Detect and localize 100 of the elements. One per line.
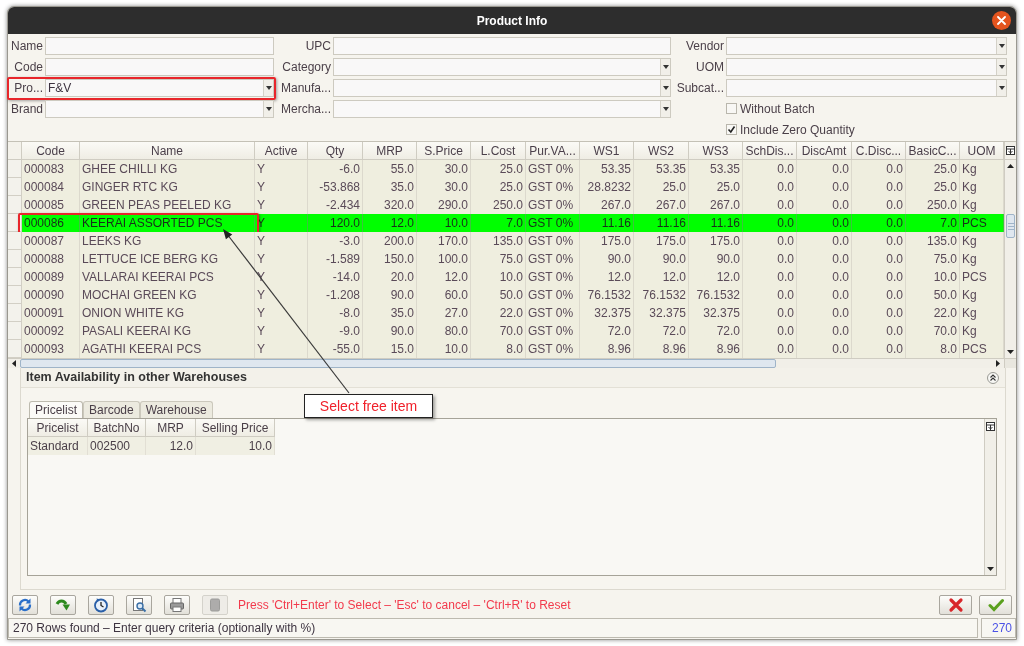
checkbox[interactable] xyxy=(726,103,737,114)
column-header[interactable]: C.Disc... xyxy=(852,142,906,160)
table-row[interactable]: 000084 GINGER RTC KG Y -53.868 35.0 30.0 25.0 GST 0% 28.8232 25.0 25.0 0.0 0.0 0.0 25.0 Kg xyxy=(8,178,1004,196)
preview-button[interactable] xyxy=(126,595,152,615)
double-chevron-icon[interactable] xyxy=(987,371,999,384)
printer-icon xyxy=(169,597,185,613)
tab[interactable]: Barcode xyxy=(83,401,140,418)
column-header[interactable]: BatchNo xyxy=(88,419,146,437)
history-button[interactable] xyxy=(88,595,114,615)
column-header[interactable]: Code xyxy=(22,142,80,160)
close-icon xyxy=(997,16,1006,25)
scrollbar-thumb[interactable] xyxy=(1006,214,1015,238)
table-cell: 8.96 xyxy=(580,340,634,358)
close-button[interactable] xyxy=(992,11,1011,30)
column-header[interactable]: WS2 xyxy=(634,142,689,160)
column-header[interactable]: Pur.VA... xyxy=(526,142,580,160)
dropdown-field[interactable] xyxy=(726,57,1007,76)
column-header[interactable]: Qty xyxy=(308,142,363,160)
column-header[interactable]: WS3 xyxy=(689,142,743,160)
column-header[interactable]: WS1 xyxy=(580,142,634,160)
forward-button[interactable] xyxy=(50,595,76,615)
table-cell: GST 0% xyxy=(526,340,580,358)
scroll-up-icon[interactable] xyxy=(1007,164,1014,168)
dropdown-arrow-icon xyxy=(265,106,272,111)
table-cell: 8.96 xyxy=(634,340,689,358)
dropdown-arrow-icon xyxy=(662,106,669,111)
field-label: Category xyxy=(281,58,332,76)
column-header[interactable]: Name xyxy=(80,142,255,160)
table-row[interactable]: 000093 AGATHI KEERAI PCS Y -55.0 15.0 10.0 8.0 GST 0% 8.96 8.96 8.96 0.0 0.0 0.0 8.0 PCS xyxy=(8,340,1004,358)
table-cell: GREEN PEAS PEELED KG xyxy=(80,196,255,214)
column-header[interactable]: Pricelist xyxy=(28,419,88,437)
scroll-down-icon[interactable] xyxy=(987,567,994,571)
tab[interactable]: Warehouse xyxy=(139,401,213,418)
table-cell: AGATHI KEERAI PCS xyxy=(80,340,255,358)
window-title: Product Info xyxy=(476,12,548,30)
dropdown-arrow-icon xyxy=(265,85,272,90)
status-message: 270 Rows found – Enter query criteria (optionally with %) xyxy=(8,618,978,638)
column-header[interactable]: DiscAmt xyxy=(797,142,852,160)
column-header[interactable]: BasicC... xyxy=(906,142,960,160)
cancel-button[interactable] xyxy=(939,595,972,615)
dropdown-arrow-icon xyxy=(998,43,1005,48)
field-label: Subcat... xyxy=(675,79,725,97)
table-cell: 000085 xyxy=(22,196,80,214)
column-header[interactable]: Selling Price xyxy=(196,419,275,437)
table-cell: 8.0 xyxy=(906,340,960,358)
column-header[interactable]: Active xyxy=(255,142,308,160)
ok-button[interactable] xyxy=(979,595,1012,615)
grid-icon[interactable] xyxy=(1006,146,1015,155)
table-cell: Y xyxy=(255,340,308,358)
hint-text: Press 'Ctrl+Enter' to Select – 'Esc' to cancel – 'Ctrl+R' to Reset xyxy=(238,597,571,614)
text-field[interactable] xyxy=(333,36,671,55)
dropdown-field[interactable] xyxy=(333,57,671,76)
table-row[interactable]: 000087 LEEKS KG Y -3.0 200.0 170.0 135.0 GST 0% 175.0 175.0 175.0 0.0 0.0 0.0 135.0 Kg xyxy=(8,232,1004,250)
checkbox[interactable] xyxy=(726,124,737,135)
refresh-button[interactable] xyxy=(12,595,38,615)
print-button[interactable] xyxy=(164,595,190,615)
tab[interactable]: Pricelist xyxy=(29,401,83,418)
vertical-scrollbar[interactable] xyxy=(1004,142,1016,358)
dropdown-field[interactable] xyxy=(333,99,671,118)
scroll-down-icon[interactable] xyxy=(1007,350,1014,354)
column-header[interactable]: MRP xyxy=(146,419,196,437)
table-row[interactable]: 000090 MOCHAI GREEN KG Y -1.208 90.0 60.0 50.0 GST 0% 76.1532 76.1532 76.1532 0.0 0.0 0.0 50.0 Kg xyxy=(8,286,1004,304)
field-label: Mercha... xyxy=(280,100,332,118)
dropdown-arrow-icon xyxy=(662,85,669,90)
table-cell: Standard xyxy=(28,437,88,455)
field-label: Code xyxy=(13,58,44,76)
text-field[interactable] xyxy=(45,36,274,55)
scroll-right-icon[interactable] xyxy=(996,360,1000,367)
table-cell: 8.0 xyxy=(471,340,526,358)
curved-arrow-icon xyxy=(55,597,71,613)
table-cell: 002500 xyxy=(88,437,146,455)
table-cell: 15.0 xyxy=(363,340,417,358)
dropdown-field[interactable] xyxy=(726,78,1007,97)
column-header[interactable]: UOM xyxy=(960,142,1004,160)
checkbox-label: Without Batch xyxy=(740,100,815,118)
column-header[interactable]: SchDis... xyxy=(743,142,797,160)
field-label: Manufa... xyxy=(279,79,332,97)
field-label: UOM xyxy=(695,58,725,76)
dropdown-field[interactable] xyxy=(726,36,1007,55)
table-row[interactable]: 000083 GHEE CHILLI KG Y -6.0 55.0 30.0 25.0 GST 0% 53.35 53.35 53.35 0.0 0.0 0.0 25.0 Kg xyxy=(8,160,1004,178)
table-row[interactable]: 000085 GREEN PEAS PEELED KG Y -2.434 320.0 290.0 250.0 GST 0% 267.0 267.0 267.0 0.0 0.0 0.0 250.0 Kg xyxy=(8,196,1004,214)
grid-icon[interactable] xyxy=(986,421,995,431)
clock-icon xyxy=(93,597,109,613)
column-header[interactable]: L.Cost xyxy=(471,142,526,160)
column-header[interactable]: S.Price xyxy=(417,142,471,160)
cross-icon xyxy=(947,597,964,613)
scrollbar-thumb[interactable] xyxy=(20,359,776,368)
text-field[interactable] xyxy=(45,57,274,76)
column-header[interactable]: MRP xyxy=(363,142,417,160)
field-label: UPC xyxy=(304,37,332,55)
table-row[interactable]: 000088 LETTUCE ICE BERG KG Y -1.589 150.0 100.0 75.0 GST 0% 90.0 90.0 90.0 0.0 0.0 0.0 75.0 Kg xyxy=(8,250,1004,268)
scroll-left-icon[interactable] xyxy=(12,360,16,367)
table-row[interactable]: 000091 ONION WHITE KG Y -8.0 35.0 27.0 22.0 GST 0% 32.375 32.375 32.375 0.0 0.0 0.0 22.0 Kg xyxy=(8,304,1004,322)
table-row[interactable]: 000092 PASALI KEERAI KG Y -9.0 90.0 80.0 70.0 GST 0% 72.0 72.0 72.0 0.0 0.0 0.0 70.0 Kg xyxy=(8,322,1004,340)
field-label: Vendor xyxy=(684,37,725,55)
dropdown-field[interactable] xyxy=(333,78,671,97)
table-cell: 8.96 xyxy=(689,340,743,358)
table-cell: 12.0 xyxy=(146,437,196,455)
vertical-scrollbar[interactable] xyxy=(984,419,996,575)
table-cell: 0.0 xyxy=(743,340,797,358)
